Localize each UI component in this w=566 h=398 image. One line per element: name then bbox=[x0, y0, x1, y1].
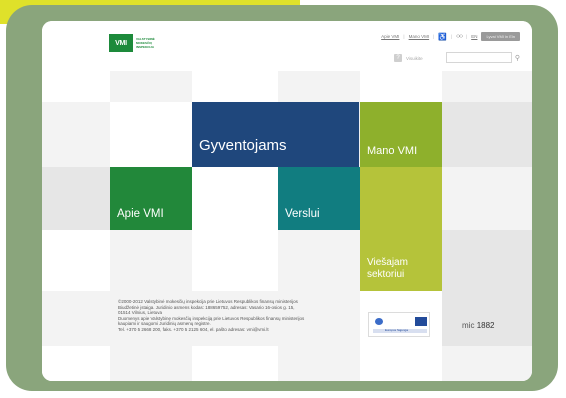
tile-grid: Gyventojams Mano VMI Apie VMI Verslui Vi… bbox=[42, 71, 532, 381]
grid-cell bbox=[278, 230, 360, 291]
grid-cell bbox=[42, 230, 110, 291]
tile-mano-vmi-label: Mano VMI bbox=[367, 145, 418, 157]
grid-cell bbox=[192, 230, 278, 291]
nav-link-apie-vmi[interactable]: Apie VMI bbox=[381, 34, 399, 39]
grid-cell bbox=[278, 346, 360, 381]
tile-verslui-label: Verslui bbox=[285, 208, 320, 220]
search-icon[interactable]: ⚲ bbox=[512, 52, 523, 63]
search-input[interactable] bbox=[446, 52, 512, 63]
grid-cell bbox=[192, 346, 278, 381]
nav-separator: | bbox=[403, 34, 405, 39]
tile-viesajam-line2: sektoriui bbox=[367, 269, 405, 280]
footer-info: ©2000-2012 Valstybinė mokesčių inspekcij… bbox=[118, 299, 358, 332]
grid-cell bbox=[192, 71, 278, 102]
tile-viesajam-line1: Viešajam bbox=[367, 257, 408, 268]
lang-link-en[interactable]: EN bbox=[471, 34, 477, 39]
grid-cell bbox=[442, 167, 532, 230]
footer-line: Tel. +370 5 2668 200, faks. +370 5 2125 … bbox=[118, 326, 269, 332]
eu-text: Europos Sąjunga bbox=[385, 328, 409, 332]
help-row[interactable]: ? Visuikite bbox=[394, 54, 423, 62]
nav-separator: | bbox=[451, 34, 453, 39]
nav-separator: | bbox=[433, 34, 435, 39]
logo-mark: VMI bbox=[109, 34, 133, 52]
grid-cell bbox=[42, 291, 110, 346]
tile-viesajam-label: Viešajam sektoriui bbox=[367, 257, 408, 281]
header: VMI VALSTYBINĖ MOKESČIŲ INSPEKCIJA Apie … bbox=[42, 21, 532, 71]
grid-cell bbox=[442, 291, 532, 346]
grid-cell bbox=[42, 167, 110, 230]
help-icon: ? bbox=[394, 54, 402, 62]
partner-logo[interactable]: mic 1882 bbox=[462, 321, 494, 330]
grid-cell bbox=[42, 346, 110, 381]
grid-cell bbox=[360, 346, 442, 381]
partner-logo-a: mic bbox=[462, 321, 475, 330]
eu-funding-logo[interactable]: Europos Sąjunga bbox=[368, 312, 430, 337]
top-nav: Apie VMI | Mano VMI | ♿ | ○○ | EN Lyvai … bbox=[381, 32, 520, 41]
tile-viesajam-sektoriui[interactable]: Viešajam sektoriui bbox=[360, 167, 442, 291]
tile-verslui[interactable]: Verslui bbox=[278, 167, 360, 230]
tile-mano-vmi[interactable]: Mano VMI bbox=[360, 102, 442, 167]
partner-logo-b: 1882 bbox=[476, 321, 495, 330]
grid-cell bbox=[110, 71, 192, 102]
nav-separator: | bbox=[466, 34, 468, 39]
grid-cell bbox=[42, 102, 110, 167]
logo-subtitle: VALSTYBINĖ MOKESČIŲ INSPEKCIJA bbox=[136, 37, 155, 49]
grid-cell bbox=[110, 102, 192, 167]
grid-cell bbox=[278, 71, 360, 102]
tile-gyventojams[interactable]: Gyventojams bbox=[192, 102, 359, 167]
grid-cell bbox=[442, 230, 532, 291]
accessibility-icon[interactable]: ♿ bbox=[438, 33, 447, 41]
grid-cell bbox=[442, 346, 532, 381]
grid-cell bbox=[110, 346, 192, 381]
vmi-logo[interactable]: VMI VALSTYBINĖ MOKESČIŲ INSPEKCIJA bbox=[109, 34, 164, 52]
eu-flag-icon bbox=[415, 317, 427, 326]
lang-button[interactable]: Lyvai VMI in Eln bbox=[481, 32, 520, 41]
nav-link-mano-vmi[interactable]: Mano VMI bbox=[409, 34, 430, 39]
tile-apie-vmi[interactable]: Apie VMI bbox=[110, 167, 192, 230]
grid-cell bbox=[110, 230, 192, 291]
grid-cell bbox=[442, 71, 532, 102]
eu-circle-icon bbox=[375, 318, 383, 325]
grid-cell bbox=[442, 102, 532, 167]
glasses-icon[interactable]: ○○ bbox=[456, 33, 463, 40]
tile-apie-vmi-label: Apie VMI bbox=[117, 208, 164, 220]
page-container: VMI VALSTYBINĖ MOKESČIŲ INSPEKCIJA Apie … bbox=[42, 21, 532, 381]
tile-gyventojams-label: Gyventojams bbox=[199, 137, 287, 154]
help-label: Visuikite bbox=[406, 55, 423, 61]
grid-cell bbox=[360, 71, 442, 102]
grid-cell bbox=[42, 71, 110, 102]
grid-cell bbox=[192, 167, 278, 230]
